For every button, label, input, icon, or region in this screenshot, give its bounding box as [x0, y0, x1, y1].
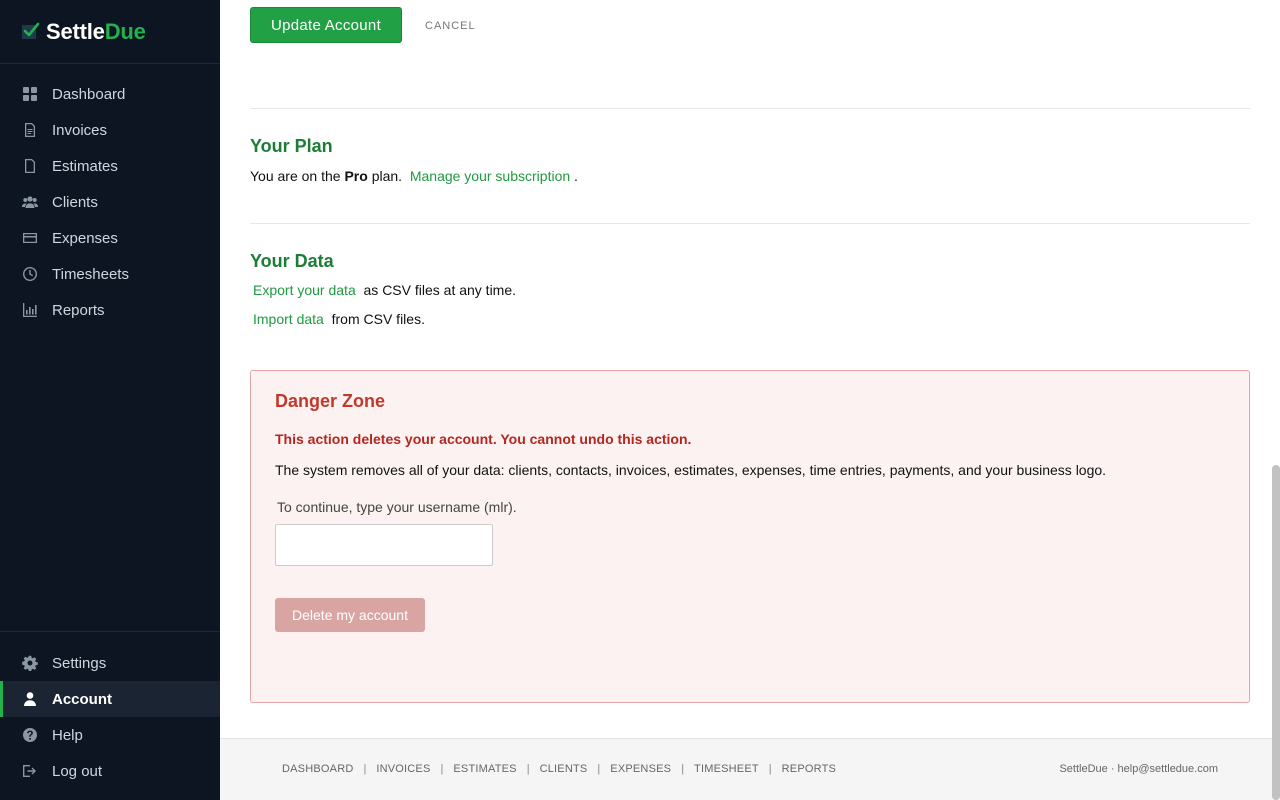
sidebar-item-settings[interactable]: Settings	[0, 645, 220, 681]
logout-icon	[22, 763, 38, 779]
footer-link-expenses[interactable]: EXPENSES	[610, 763, 671, 775]
danger-description: The system removes all of your data: cli…	[275, 462, 1107, 478]
footer-link-estimates[interactable]: ESTIMATES	[453, 763, 516, 775]
sidebar-item-timesheets[interactable]: Timesheets	[0, 256, 220, 292]
sidebar-item-label: Clients	[52, 193, 98, 211]
footer-nav: DASHBOARD | INVOICES | ESTIMATES | CLIENTS |…	[282, 763, 837, 775]
sidebar-item-label: Dashboard	[52, 85, 126, 103]
footer-link-clients[interactable]: CLIENTS	[540, 763, 588, 775]
sidebar-item-account[interactable]: Account	[0, 681, 220, 717]
import-line: Import data from CSV files.	[253, 311, 425, 327]
sidebar-item-dashboard[interactable]: Dashboard	[0, 76, 220, 112]
sidebar-item-reports[interactable]: Reports	[0, 292, 220, 328]
brand-name: SettleDue	[46, 18, 146, 44]
clients-icon	[22, 194, 38, 210]
scrollbar-thumb[interactable]	[1272, 465, 1280, 800]
invoice-icon	[22, 122, 38, 138]
manage-subscription-link[interactable]: Manage your subscription	[410, 168, 570, 184]
sidebar-item-logout[interactable]: Log out	[0, 753, 220, 789]
sidebar-item-label: Estimates	[52, 157, 118, 175]
sidebar-item-clients[interactable]: Clients	[0, 184, 220, 220]
brand[interactable]: SettleDue	[0, 0, 220, 64]
gear-icon	[22, 655, 38, 671]
username-confirm-input[interactable]	[275, 524, 493, 566]
footer-link-dashboard[interactable]: DASHBOARD	[282, 763, 353, 775]
brand-check-icon	[22, 22, 40, 39]
bar-chart-icon	[22, 302, 38, 318]
cancel-button[interactable]: CANCEL	[425, 20, 476, 32]
export-data-link[interactable]: Export your data	[253, 282, 356, 298]
main-content: Update Account CANCEL Your Plan You are …	[220, 0, 1280, 800]
help-icon	[22, 727, 38, 743]
sidebar-item-label: Invoices	[52, 121, 108, 139]
sidebar-item-label: Account	[52, 690, 112, 708]
main-nav: Dashboard Invoices Estimates Clients Exp…	[0, 64, 220, 328]
sidebar-item-label: Timesheets	[52, 265, 129, 283]
sidebar-item-label: Settings	[52, 654, 107, 672]
secondary-nav: Settings Account Help Log out	[0, 631, 220, 789]
estimate-icon	[22, 158, 38, 174]
sidebar-item-label: Expenses	[52, 229, 118, 247]
data-section-title: Your Data	[250, 251, 334, 271]
footer-link-invoices[interactable]: INVOICES	[376, 763, 430, 775]
export-line: Export your data as CSV files at any tim…	[253, 282, 517, 298]
sidebar-item-estimates[interactable]: Estimates	[0, 148, 220, 184]
sidebar-item-invoices[interactable]: Invoices	[0, 112, 220, 148]
update-account-button[interactable]: Update Account	[250, 7, 402, 43]
plan-section-title: Your Plan	[250, 136, 333, 156]
footer-link-timesheet[interactable]: TIMESHEET	[694, 763, 759, 775]
divider	[250, 108, 1250, 109]
footer: DASHBOARD | INVOICES | ESTIMATES | CLIENTS |…	[220, 738, 1280, 800]
sidebar-item-label: Help	[52, 726, 83, 744]
clock-icon	[22, 266, 38, 282]
delete-account-button[interactable]: Delete my account	[275, 598, 425, 632]
footer-link-reports[interactable]: REPORTS	[782, 763, 836, 775]
plan-name: Pro	[344, 168, 368, 184]
sidebar-item-label: Log out	[52, 762, 103, 780]
danger-warning: This action deletes your account. You ca…	[275, 431, 692, 447]
import-data-link[interactable]: Import data	[253, 311, 324, 327]
danger-zone-title: Danger Zone	[275, 391, 386, 411]
sidebar: SettleDue Dashboard Invoices Estimates C…	[0, 0, 220, 800]
user-icon	[22, 691, 38, 707]
sidebar-item-help[interactable]: Help	[0, 717, 220, 753]
plan-description: You are on the Pro plan. Manage your sub…	[250, 168, 578, 184]
dashboard-icon	[22, 86, 38, 102]
danger-zone-panel: Danger Zone This action deletes your acc…	[250, 370, 1250, 703]
footer-contact: SettleDue · help@settledue.com	[1059, 763, 1218, 775]
credit-card-icon	[22, 230, 38, 246]
sidebar-item-label: Reports	[52, 301, 105, 319]
divider	[250, 223, 1250, 224]
sidebar-item-expenses[interactable]: Expenses	[0, 220, 220, 256]
username-confirm-label: To continue, type your username (mlr).	[277, 499, 517, 515]
